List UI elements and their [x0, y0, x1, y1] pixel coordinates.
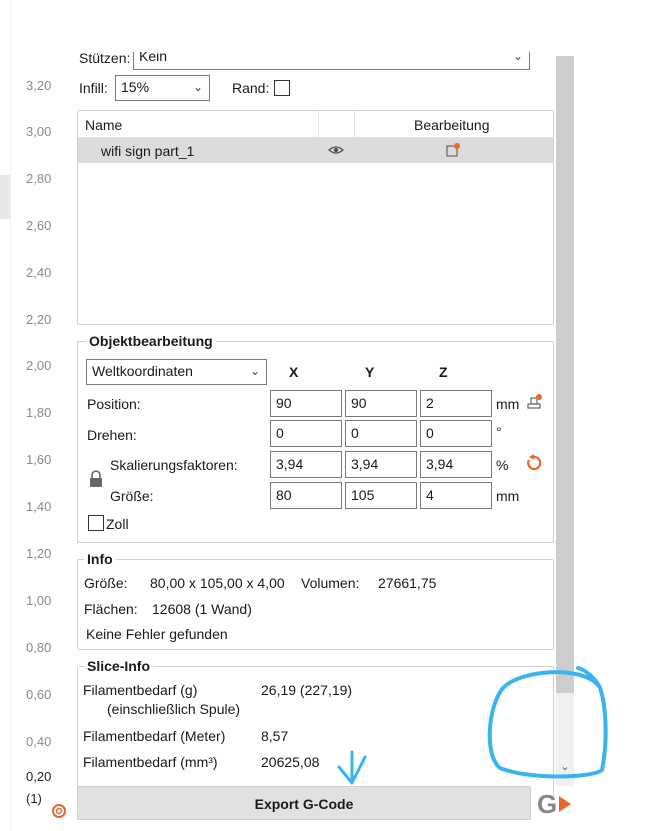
annotation-arrow: [337, 750, 367, 785]
annotation-overlay: [337, 666, 608, 785]
annotation-circle: [487, 666, 608, 779]
